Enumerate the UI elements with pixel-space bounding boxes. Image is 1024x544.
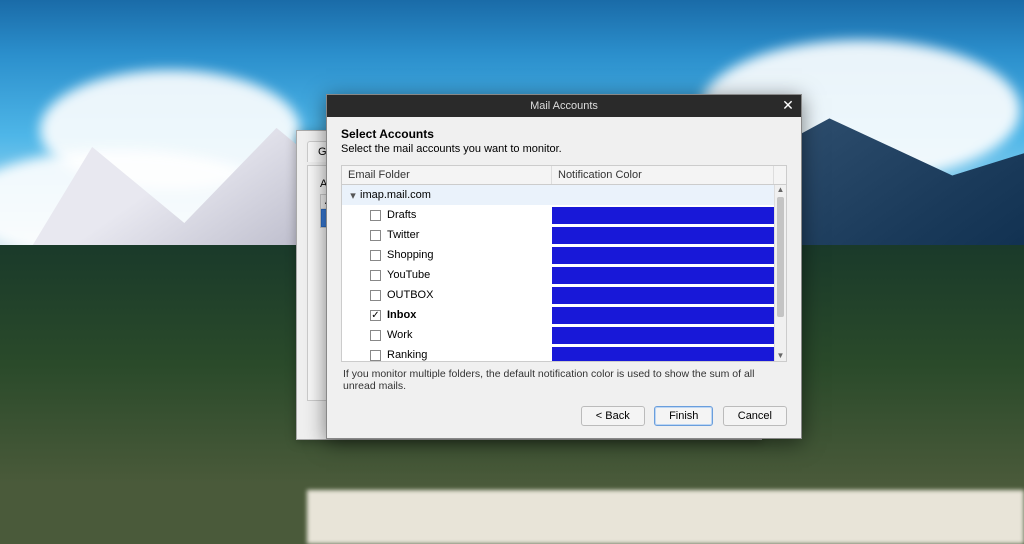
folder-checkbox[interactable] (370, 230, 381, 241)
folder-name: Drafts (387, 209, 416, 221)
finish-button[interactable]: Finish (654, 406, 713, 426)
folder-name: YouTube (387, 269, 430, 281)
dialog-title: Mail Accounts (530, 100, 598, 112)
col-scroll-gutter (774, 166, 786, 184)
folder-name: Work (387, 329, 412, 341)
folder-name: Inbox (387, 309, 416, 321)
folder-checkbox[interactable] (370, 270, 381, 281)
vertical-scrollbar[interactable]: ▲ ▼ (774, 185, 786, 361)
mail-accounts-dialog: Mail Accounts ✕ Select Accounts Select t… (326, 94, 802, 439)
folder-row[interactable]: Twitter (342, 225, 786, 245)
close-button[interactable]: ✕ (775, 95, 801, 117)
dialog-titlebar[interactable]: Mail Accounts ✕ (327, 95, 801, 117)
folder-row[interactable]: Drafts (342, 205, 786, 225)
scroll-thumb[interactable] (777, 197, 784, 317)
folder-row[interactable]: OUTBOX (342, 285, 786, 305)
folders-rows: ▾ imap.mail.com Drafts Twitter Shopping You… (342, 185, 786, 361)
cancel-button[interactable]: Cancel (723, 406, 787, 426)
color-swatch[interactable] (552, 307, 782, 324)
folder-name: Twitter (387, 229, 419, 241)
col-notification-color[interactable]: Notification Color (552, 166, 774, 184)
color-swatch[interactable] (552, 207, 782, 224)
disclosure-triangle-icon[interactable]: ▾ (348, 189, 358, 202)
folder-checkbox[interactable] (370, 250, 381, 261)
color-swatch[interactable] (552, 347, 782, 362)
dialog-subheading: Select the mail accounts you want to mon… (341, 143, 787, 155)
folder-name: OUTBOX (387, 289, 433, 301)
folder-checkbox[interactable] (370, 210, 381, 221)
folder-row[interactable]: Work (342, 325, 786, 345)
folder-checkbox[interactable] (370, 290, 381, 301)
color-swatch[interactable] (552, 247, 782, 264)
hint-text: If you monitor multiple folders, the def… (341, 362, 787, 392)
folder-row[interactable]: YouTube (342, 265, 786, 285)
color-swatch[interactable] (552, 267, 782, 284)
scroll-down-arrow-icon[interactable]: ▼ (775, 351, 786, 361)
folder-name: Ranking (387, 349, 427, 361)
folders-table: Email Folder Notification Color ▾ imap.m… (341, 165, 787, 362)
folder-name: Shopping (387, 249, 434, 261)
back-button[interactable]: < Back (581, 406, 645, 426)
color-swatch[interactable] (552, 327, 782, 344)
folder-row[interactable]: Shopping (342, 245, 786, 265)
folder-checkbox[interactable] (370, 330, 381, 341)
folder-row[interactable]: Ranking (342, 345, 786, 361)
col-email-folder[interactable]: Email Folder (342, 166, 552, 184)
folder-checkbox[interactable] (370, 350, 381, 361)
folder-checkbox[interactable]: ✓ (370, 310, 381, 321)
scroll-up-arrow-icon[interactable]: ▲ (775, 185, 786, 195)
account-name: imap.mail.com (360, 189, 431, 201)
color-swatch[interactable] (552, 287, 782, 304)
folder-row[interactable]: ✓ Inbox (342, 305, 786, 325)
account-row[interactable]: ▾ imap.mail.com (342, 185, 786, 205)
color-swatch[interactable] (552, 227, 782, 244)
dialog-heading: Select Accounts (341, 127, 787, 141)
